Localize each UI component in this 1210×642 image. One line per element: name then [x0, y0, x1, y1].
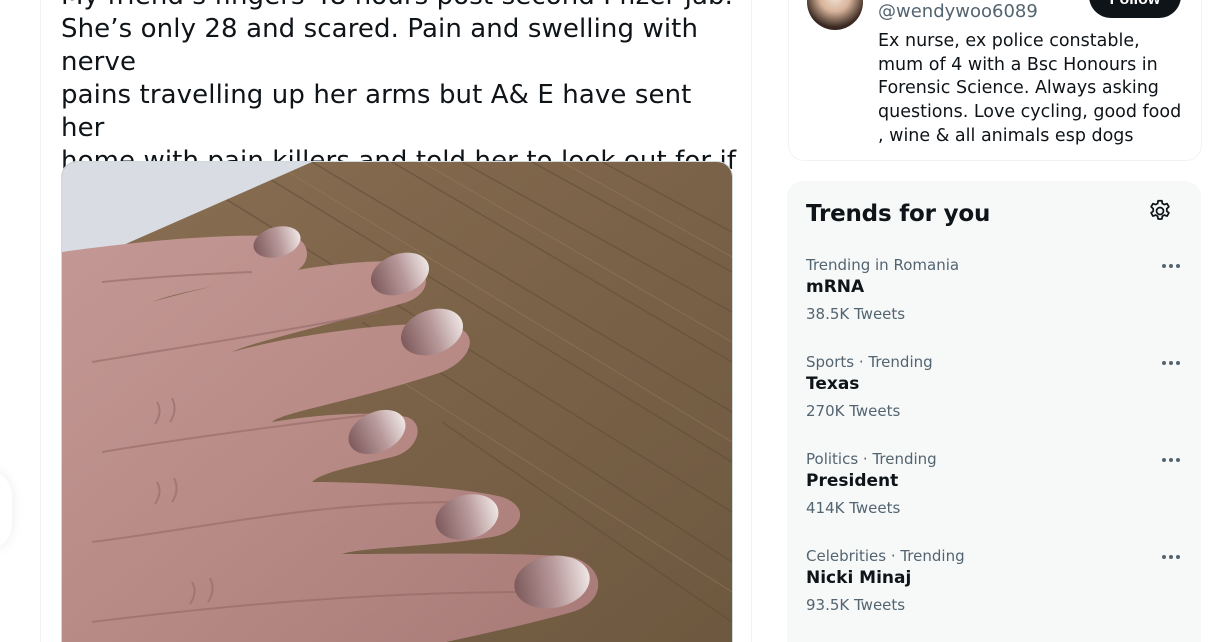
gear-icon: [1150, 199, 1170, 220]
trend-context: Celebrities · Trending: [806, 547, 965, 565]
trends-title: Trends for you: [806, 201, 991, 227]
tweet-column: My friend’s fingers 48 hours post second…: [40, 0, 752, 642]
trend-item[interactable]: Sports · Trending Texas 270K Tweets: [787, 353, 1201, 449]
avatar[interactable]: [807, 0, 863, 30]
trend-context: Politics · Trending: [806, 450, 937, 468]
trend-context: Trending in Romania: [806, 256, 960, 274]
follow-button[interactable]: Follow: [1089, 0, 1181, 18]
offscreen-element-edge: [0, 470, 12, 550]
trend-item[interactable]: Trending in Romania mRNA 38.5K Tweets: [787, 256, 1201, 352]
trend-name: Nicki Minaj: [806, 568, 912, 588]
page: My friend’s fingers 48 hours post second…: [0, 0, 1210, 642]
trend-count: 93.5K Tweets: [806, 596, 906, 614]
trend-context: Sports · Trending: [806, 353, 933, 371]
trend-name: Texas: [806, 374, 860, 394]
trend-count: 270K Tweets: [806, 402, 901, 420]
trend-count: 414K Tweets: [806, 499, 901, 517]
trend-more-button[interactable]: [1159, 256, 1183, 272]
trend-item[interactable]: Celebrities · Trending Nicki Minaj 93.5K…: [787, 547, 1201, 642]
tweet-photo[interactable]: [61, 161, 733, 642]
ellipsis-icon: [1162, 458, 1180, 462]
trend-more-button[interactable]: [1159, 353, 1183, 369]
trends-panel: Trends for you Trending in Romania mRNA …: [787, 181, 1201, 642]
trend-name: mRNA: [806, 277, 865, 297]
trend-item[interactable]: Politics · Trending President 414K Tweet…: [787, 450, 1201, 546]
profile-handle[interactable]: @wendywoo6089: [878, 1, 1038, 22]
ellipsis-icon: [1162, 361, 1180, 365]
trend-more-button[interactable]: [1159, 450, 1183, 466]
profile-bio: Ex nurse, ex police constable, mum of 4 …: [878, 31, 1182, 146]
ellipsis-icon: [1162, 264, 1180, 268]
hand-photo-image: [62, 162, 732, 642]
trend-name: President: [806, 471, 899, 491]
trends-settings-button[interactable]: [1147, 198, 1173, 224]
ellipsis-icon: [1162, 555, 1180, 559]
trend-count: 38.5K Tweets: [806, 305, 906, 323]
profile-card: @wendywoo6089 Follow Ex nurse, ex police…: [788, 0, 1202, 161]
trend-more-button[interactable]: [1159, 547, 1183, 563]
